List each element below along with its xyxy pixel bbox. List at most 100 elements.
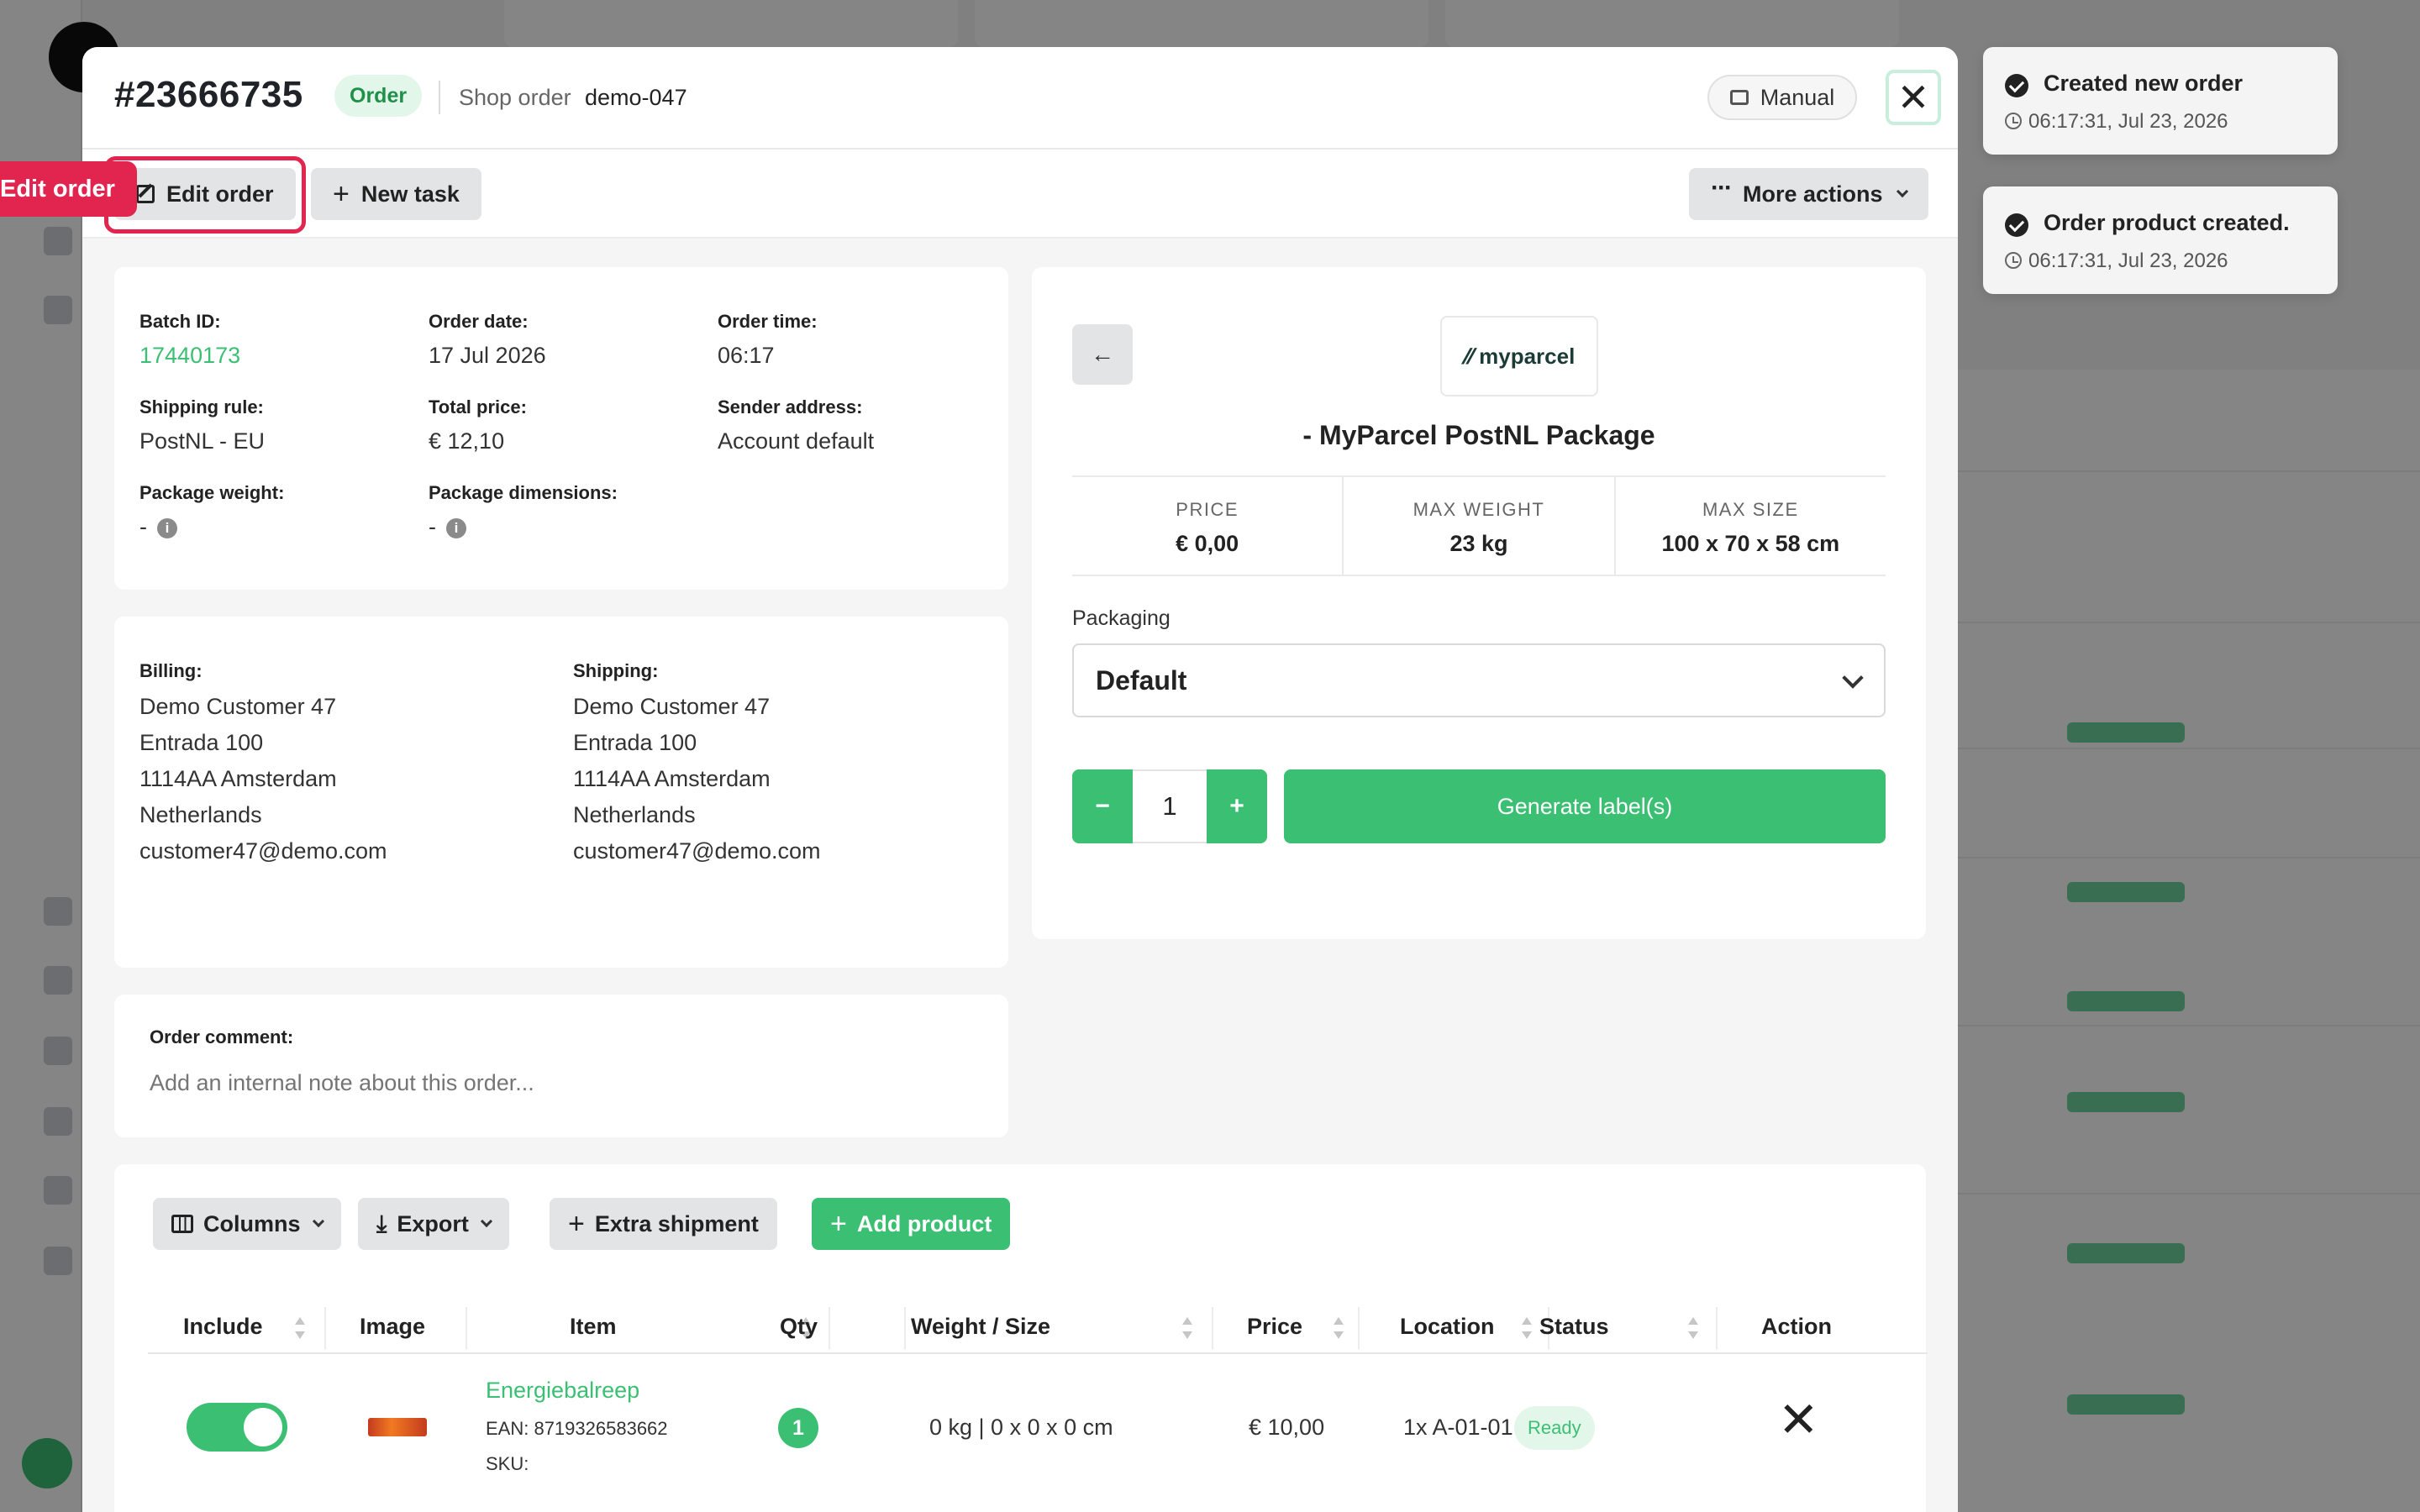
sort-icon[interactable]: [294, 1315, 306, 1341]
packaging-label: Packaging: [1072, 606, 1171, 630]
column-header-include[interactable]: Include: [183, 1314, 263, 1340]
new-task-label: New task: [360, 181, 460, 207]
decrease-quantity-button[interactable]: −: [1072, 769, 1133, 843]
increase-quantity-button[interactable]: +: [1207, 769, 1267, 843]
sort-icon[interactable]: [1687, 1315, 1699, 1341]
column-divider: [324, 1307, 326, 1349]
shop-order-value: demo-047: [585, 85, 687, 110]
spec-price-value: € 0,00: [1176, 531, 1239, 556]
sort-icon[interactable]: [1521, 1315, 1533, 1341]
spec-max-weight-label: MAX WEIGHT: [1413, 499, 1545, 520]
columns-button[interactable]: Columns: [153, 1198, 341, 1250]
shipping-name: Demo Customer 47: [573, 694, 771, 719]
export-button[interactable]: ⤓ Export: [358, 1198, 509, 1250]
extra-shipment-label: Extra shipment: [594, 1210, 759, 1236]
arrow-left-icon: ←: [1091, 341, 1114, 367]
total-price-label: Total price:: [429, 396, 527, 417]
more-actions-label: More actions: [1742, 181, 1883, 207]
package-weight-field: -i: [139, 514, 177, 540]
extra-shipment-button[interactable]: + Extra shipment: [550, 1198, 777, 1250]
source-badge: Manual: [1707, 75, 1857, 120]
order-number: #23666735: [114, 74, 303, 115]
label-quantity-stepper: − 1 +: [1072, 769, 1267, 843]
billing-country: Netherlands: [139, 802, 262, 827]
product-image: [368, 1418, 427, 1436]
close-button[interactable]: ✕: [1886, 70, 1941, 125]
packaging-select[interactable]: Default: [1072, 643, 1886, 717]
chevron-down-icon: [1842, 667, 1864, 689]
toast-title: Order product created.: [2044, 210, 2290, 235]
sender-address-label: Sender address:: [718, 396, 863, 417]
chevron-down-icon: [312, 1215, 324, 1228]
products-card: Columns ⤓ Export + Extra shipment + Add …: [114, 1164, 1928, 1512]
more-actions-button[interactable]: ··· More actions: [1689, 168, 1928, 220]
column-header-location[interactable]: Location: [1400, 1314, 1495, 1340]
order-comment-card: Order comment:: [114, 995, 1008, 1137]
myparcel-logo-icon: //: [1459, 343, 1477, 369]
spec-price-label: PRICE: [1176, 499, 1239, 520]
shipping-rule-value: PostNL - EU: [139, 428, 266, 454]
carrier-specs: PRICE € 0,00 MAX WEIGHT 23 kg MAX SIZE 1…: [1072, 475, 1886, 576]
edit-order-tag: Edit order: [0, 161, 137, 217]
total-price-value: € 12,10: [429, 428, 505, 454]
chevron-down-icon: [1896, 185, 1908, 198]
column-header-price[interactable]: Price: [1247, 1314, 1302, 1340]
toast-time: 06:17:31, Jul 23, 2026: [2028, 249, 2228, 272]
include-toggle[interactable]: [187, 1403, 287, 1452]
order-date-label: Order date:: [429, 311, 529, 332]
billing-email-link[interactable]: customer47@demo.com: [139, 838, 387, 864]
order-time-label: Order time:: [718, 311, 818, 332]
spec-max-weight-value: 23 kg: [1449, 531, 1508, 556]
columns-icon: [171, 1215, 193, 1233]
shipping-email-link[interactable]: customer47@demo.com: [573, 838, 821, 864]
remove-product-icon[interactable]: ✕: [1778, 1396, 1819, 1445]
column-divider: [904, 1307, 906, 1349]
carrier-service-title: - MyParcel PostNL Package: [1302, 420, 1655, 450]
clock-icon: [2005, 252, 2022, 269]
back-button[interactable]: ←: [1072, 324, 1133, 385]
new-task-button[interactable]: + New task: [311, 168, 481, 220]
toast-notification[interactable]: Created new order 06:17:31, Jul 23, 2026: [1983, 47, 2338, 155]
product-name-link[interactable]: Energiebalreep: [486, 1378, 639, 1404]
order-comment-input[interactable]: [150, 1070, 973, 1096]
generate-labels-button[interactable]: Generate label(s): [1284, 769, 1886, 843]
column-header-qty: Qty: [780, 1314, 818, 1339]
column-header-status[interactable]: Status: [1539, 1314, 1609, 1340]
action-toolbar: Edit order + New task ··· More actions: [82, 150, 1958, 239]
check-circle-icon: [2005, 74, 2028, 97]
batch-id-link[interactable]: 17440173: [139, 343, 240, 369]
address-card: Billing: Demo Customer 47 Entrada 100 11…: [114, 617, 1008, 968]
plus-icon: +: [830, 1207, 847, 1240]
spec-max-weight: MAX WEIGHT 23 kg: [1344, 477, 1616, 575]
spec-max-size: MAX SIZE 100 x 70 x 58 cm: [1616, 477, 1886, 575]
add-product-button[interactable]: + Add product: [812, 1198, 1011, 1250]
info-icon[interactable]: i: [446, 518, 466, 538]
status-badge: Ready: [1514, 1406, 1595, 1450]
chevron-down-icon: [480, 1215, 492, 1228]
clock-icon: [2005, 113, 2022, 129]
location-cell: 1x A-01-01: [1403, 1415, 1513, 1440]
columns-label: Columns: [203, 1210, 301, 1236]
package-dimensions-value: -: [429, 514, 436, 539]
ellipsis-icon: ···: [1711, 174, 1733, 202]
shop-order-label: Shop order: [459, 85, 571, 110]
sort-icon[interactable]: [1333, 1315, 1344, 1341]
order-date-value: 17 Jul 2026: [429, 343, 546, 368]
download-icon: ⤓: [376, 1210, 387, 1236]
shipping-street: Entrada 100: [573, 730, 697, 755]
info-icon[interactable]: i: [157, 518, 177, 538]
billing-label: Billing:: [139, 660, 203, 681]
toast-time: 06:17:31, Jul 23, 2026: [2028, 110, 2228, 133]
product-sku: SKU:: [486, 1453, 529, 1474]
header-divider: [439, 81, 440, 114]
sender-address-value: Account default: [718, 428, 875, 454]
column-header-item[interactable]: Item: [570, 1314, 617, 1340]
source-label: Manual: [1760, 84, 1835, 110]
toast-notification[interactable]: Order product created. 06:17:31, Jul 23,…: [1983, 186, 2338, 294]
package-weight-label: Package weight:: [139, 482, 285, 503]
package-weight-value: -: [139, 514, 147, 539]
billing-name: Demo Customer 47: [139, 694, 337, 719]
column-header-weight-size[interactable]: Weight / Size: [911, 1314, 1050, 1340]
sort-icon[interactable]: [1181, 1315, 1193, 1341]
label-quantity-value[interactable]: 1: [1133, 769, 1207, 843]
